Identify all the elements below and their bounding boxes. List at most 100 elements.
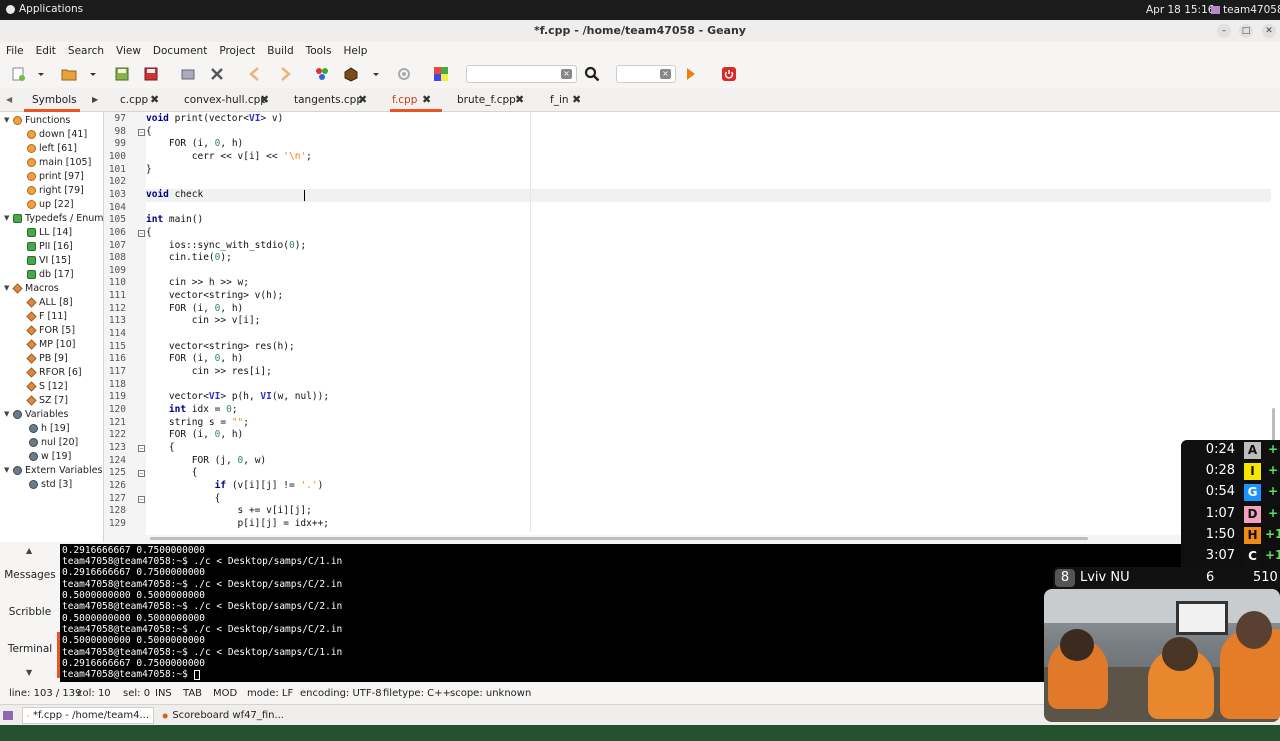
menu-file[interactable]: File <box>6 42 30 60</box>
tree-item[interactable]: F [11] <box>26 310 67 322</box>
open-file-icon[interactable] <box>61 66 77 82</box>
user-menu[interactable]: team47058 <box>1211 4 1280 16</box>
tab-terminal[interactable]: Terminal <box>0 643 60 655</box>
tab-scribble[interactable]: Scribble <box>0 606 60 618</box>
code-line[interactable]: { <box>146 493 221 504</box>
menu-search[interactable]: Search <box>68 42 110 60</box>
code-line[interactable]: if (v[i][j] != '.') <box>146 480 324 491</box>
line-number-gutter[interactable]: 97 98−99 100 101 102 103 104 105 106−107 108 109 11… <box>104 112 146 542</box>
close-tab-icon[interactable]: ✖ <box>150 93 159 106</box>
collapse-icon[interactable]: ▼ <box>4 410 13 418</box>
code-line[interactable]: int main() <box>146 214 203 225</box>
tree-item[interactable]: RFOR [6] <box>26 366 82 378</box>
terminal-prompt-line[interactable]: team47058@team47058:~$ <box>62 669 200 680</box>
tree-item[interactable]: FOR [5] <box>26 324 75 336</box>
code-line[interactable]: vector<VI> p(h, VI(w, nul)); <box>146 391 329 402</box>
save-all-icon[interactable] <box>143 66 159 82</box>
close-window-button[interactable]: ✕ <box>1262 24 1276 38</box>
new-file-icon[interactable] <box>10 66 26 82</box>
show-desktop-icon[interactable] <box>3 711 13 720</box>
code-line[interactable]: p[i][j] = idx++; <box>146 518 330 529</box>
fold-toggle-icon[interactable]: − <box>138 229 145 237</box>
scroll-up-icon[interactable]: ▲ <box>26 546 32 555</box>
code-editor[interactable]: 97 98−99 100 101 102 103 104 105 106−107 108 109 11… <box>104 112 1280 542</box>
tree-item[interactable]: up [22] <box>27 198 74 210</box>
code-line[interactable]: vector<string> res(h); <box>146 341 295 352</box>
tree-item[interactable]: SZ [7] <box>26 394 68 406</box>
code-line[interactable]: s += v[i][j]; <box>146 505 312 516</box>
goto-line-input[interactable]: × <box>616 65 676 83</box>
code-line[interactable]: FOR (i, 0, h) <box>146 138 243 149</box>
tab-convex-hull-cpp[interactable]: convex-hull.cpp ✖ <box>182 88 278 112</box>
tree-group-variables[interactable]: ▼ Variables <box>4 408 68 420</box>
code-line[interactable]: cerr << v[i] << '\n'; <box>146 151 312 162</box>
menu-edit[interactable]: Edit <box>36 42 62 60</box>
code-line[interactable]: vector<string> v(h); <box>146 290 283 301</box>
tree-group-functions[interactable]: ▼ Functions <box>4 114 70 126</box>
tree-item[interactable]: db [17] <box>27 268 74 280</box>
tree-item[interactable]: h [19] <box>29 422 70 434</box>
scroll-down-icon[interactable]: ▼ <box>26 668 32 677</box>
tab-brute-f-cpp[interactable]: brute_f.cpp ✖ <box>455 88 527 112</box>
tree-item[interactable]: down [41] <box>27 128 87 140</box>
menu-project[interactable]: Project <box>219 42 261 60</box>
build-dropdown-icon[interactable] <box>371 66 381 82</box>
code-line[interactable]: { <box>146 467 198 478</box>
code-line[interactable]: { <box>146 126 152 137</box>
taskbar-item-scoreboard[interactable]: Scoreboard wf47_fin... <box>158 707 288 724</box>
tree-group-macros[interactable]: ▼ Macros <box>4 282 59 294</box>
tab-tangents-cpp[interactable]: tangents.cpp ✖ <box>292 88 376 112</box>
code-line[interactable]: string s = ""; <box>146 417 249 428</box>
tree-item[interactable]: LL [14] <box>27 226 72 238</box>
close-tab-icon[interactable]: ✖ <box>515 93 524 106</box>
code-line[interactable]: } <box>146 164 152 175</box>
close-tab-icon[interactable]: ✖ <box>358 93 367 106</box>
tree-item[interactable]: left [61] <box>27 142 77 154</box>
revert-icon[interactable] <box>180 66 196 82</box>
menu-tools[interactable]: Tools <box>306 42 338 60</box>
taskbar-item-geany[interactable]: *f.cpp - /home/team4... <box>22 707 154 724</box>
tab-c-cpp[interactable]: c.cpp ✖ <box>118 88 168 112</box>
menu-help[interactable]: Help <box>344 42 374 60</box>
close-tab-icon[interactable]: ✖ <box>260 93 269 106</box>
clear-goto-line-icon[interactable]: × <box>660 69 671 79</box>
close-tab-icon[interactable]: ✖ <box>572 93 581 106</box>
fold-toggle-icon[interactable]: − <box>138 128 145 136</box>
code-line[interactable]: int idx = 0; <box>146 404 238 415</box>
navigate-back-icon[interactable] <box>247 66 263 82</box>
code-line[interactable]: cin >> res[i]; <box>146 366 272 377</box>
tree-item[interactable]: print [97] <box>27 170 84 182</box>
save-icon[interactable] <box>114 66 130 82</box>
collapse-icon[interactable]: ▼ <box>4 466 13 474</box>
compile-icon[interactable] <box>314 66 330 82</box>
tree-group-extern-variables[interactable]: ▼ Extern Variables <box>4 464 102 476</box>
menu-document[interactable]: Document <box>153 42 213 60</box>
scroll-right-icon[interactable]: ▶ <box>92 95 98 104</box>
code-line[interactable]: void print(vector<VI> v) <box>146 113 283 124</box>
color-chooser-icon[interactable] <box>433 66 449 82</box>
tree-item[interactable]: ALL [8] <box>26 296 73 308</box>
menu-build[interactable]: Build <box>267 42 299 60</box>
tree-item[interactable]: PII [16] <box>27 240 73 252</box>
tree-item[interactable]: VI [15] <box>27 254 71 266</box>
tab-f-cpp[interactable]: f.cpp ✖ <box>390 88 442 112</box>
tab-f-in[interactable]: f_in ✖ <box>548 88 588 112</box>
tree-item[interactable]: w [19] <box>29 450 71 462</box>
new-file-dropdown-icon[interactable] <box>36 66 46 82</box>
code-line[interactable]: cin >> v[i]; <box>146 315 261 326</box>
navigate-forward-icon[interactable] <box>277 66 293 82</box>
code-line[interactable]: FOR (i, 0, h) <box>146 429 243 440</box>
clock[interactable]: Apr 18 15:16 <box>1146 4 1214 16</box>
tree-group-typedefs[interactable]: ▼ Typedefs / Enums <box>4 212 103 224</box>
sidebar-tab-symbols[interactable]: ◀ Symbols ▶ <box>0 88 104 112</box>
fold-toggle-icon[interactable]: − <box>138 444 145 452</box>
open-file-dropdown-icon[interactable] <box>88 66 98 82</box>
collapse-icon[interactable]: ▼ <box>4 214 13 222</box>
applications-menu[interactable]: Applications <box>6 3 83 15</box>
minimize-button[interactable]: – <box>1217 24 1231 38</box>
search-icon[interactable] <box>584 66 600 82</box>
maximize-button[interactable]: □ <box>1239 24 1253 38</box>
search-input[interactable]: × <box>466 65 577 83</box>
tree-item[interactable]: right [79] <box>27 184 84 196</box>
tree-item[interactable]: nul [20] <box>29 436 78 448</box>
